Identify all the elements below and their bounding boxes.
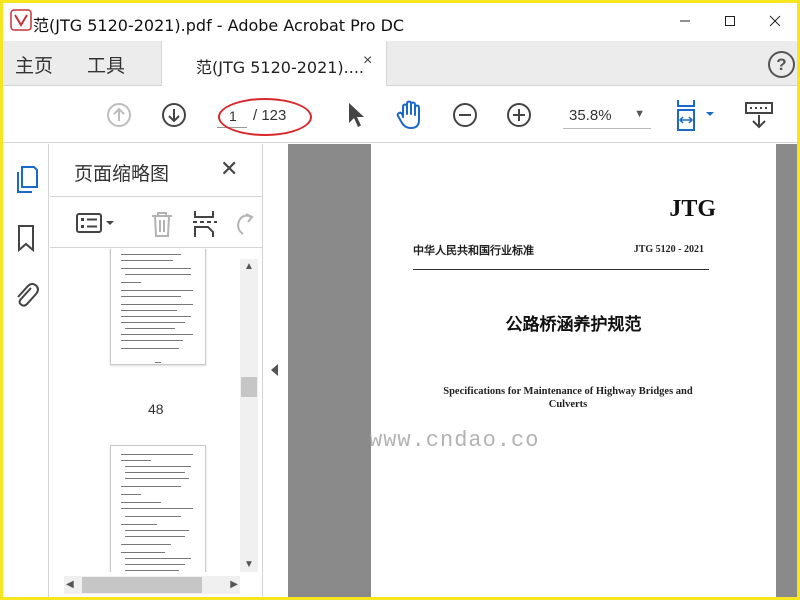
rotate-page-button[interactable]	[232, 209, 256, 237]
previous-page-button[interactable]	[105, 101, 133, 129]
fit-width-icon	[677, 100, 714, 131]
paperclip-icon	[17, 282, 39, 307]
list-options-icon	[76, 213, 114, 233]
maximize-icon	[724, 16, 735, 26]
panel-toolbar	[50, 196, 262, 248]
page-total-label: / 123	[253, 107, 287, 124]
scroll-up-icon[interactable]: ▲	[244, 261, 254, 272]
thumbnails-panel: 页面缩略图 ✕ 48 ▲ ▼ ◀ ▶	[50, 144, 262, 597]
options-menu-button[interactable]	[74, 209, 118, 237]
attachments-button[interactable]	[12, 280, 40, 308]
thumbnails-horizontal-scrollbar[interactable]: ◀ ▶	[64, 576, 240, 594]
page-thumbnails-button[interactable]	[12, 166, 40, 194]
close-tab-button[interactable]: ×	[363, 52, 372, 70]
document-page: JTG 中华人民共和国行业标准 JTG 5120 - 2021 公路桥涵养护规范…	[371, 144, 776, 597]
zoom-out-button[interactable]	[451, 101, 479, 129]
cursor-arrow-icon	[349, 103, 364, 127]
toolbar: / 123 35.8% ▼	[3, 86, 797, 143]
standard-code: JTG 5120 - 2021	[633, 244, 704, 255]
select-tool-button[interactable]	[343, 100, 369, 130]
app-logo-icon	[10, 9, 32, 31]
document-title-chinese: 公路桥涵养护规范	[505, 315, 642, 335]
minimize-icon	[679, 20, 690, 22]
window-controls	[662, 3, 797, 41]
collapse-panel-icon[interactable]	[271, 364, 278, 376]
series-mark: JTG	[669, 196, 716, 222]
panel-splitter[interactable]	[262, 144, 288, 597]
standard-type: 中华人民共和国行业标准	[413, 244, 534, 257]
insert-page-button[interactable]	[190, 208, 220, 240]
horizontal-scroll-thumb[interactable]	[82, 577, 202, 593]
thumbnails-list: 48	[50, 249, 240, 572]
page-thumbnails-icon	[17, 166, 38, 193]
thumbnails-vertical-scrollbar[interactable]: ▲ ▼	[240, 259, 258, 572]
title-bar: 范(JTG 5120-2021).pdf - Adobe Acrobat Pro…	[3, 3, 797, 41]
zoom-in-button[interactable]	[505, 101, 533, 129]
close-icon	[769, 15, 780, 27]
maximize-button[interactable]	[707, 3, 752, 39]
document-view[interactable]: JTG 中华人民共和国行业标准 JTG 5120 - 2021 公路桥涵养护规范…	[288, 144, 797, 597]
scroll-down-icon[interactable]: ▼	[244, 559, 254, 570]
chevron-down-icon: ▼	[634, 108, 645, 120]
bookmark-icon	[18, 225, 34, 252]
panel-title: 页面缩略图	[74, 163, 170, 185]
page-thumbnail[interactable]	[110, 445, 206, 572]
tab-bar: 主页 工具 范(JTG 5120-2021).... × ?	[3, 41, 797, 87]
navigation-rail	[3, 144, 49, 597]
window-title: 范(JTG 5120-2021).pdf - Adobe Acrobat Pro…	[33, 16, 405, 35]
arrow-up-circle-icon	[107, 103, 131, 127]
bookmarks-button[interactable]	[12, 224, 40, 252]
thumbnail-page-number: 48	[148, 401, 164, 417]
page-number-input[interactable]	[217, 104, 247, 128]
fit-page-button[interactable]	[673, 97, 719, 133]
watermark: www.cndao.co	[369, 428, 540, 453]
page-thumbnail[interactable]	[110, 249, 206, 365]
app-window: 范(JTG 5120-2021).pdf - Adobe Acrobat Pro…	[3, 3, 797, 597]
scroll-left-icon[interactable]: ◀	[66, 579, 74, 590]
tab-home[interactable]: 主页	[15, 51, 53, 78]
document-title-english: Specifications for Maintenance of Highwa…	[443, 386, 693, 410]
hand-tool-button[interactable]	[393, 98, 427, 132]
close-window-button[interactable]	[752, 3, 797, 39]
scroll-right-icon[interactable]: ▶	[230, 579, 238, 590]
header-rule	[413, 269, 709, 270]
keyboard-download-icon	[745, 102, 773, 129]
help-button[interactable]: ?	[768, 51, 795, 78]
trash-icon	[152, 212, 172, 237]
delete-pages-button[interactable]	[148, 209, 176, 239]
read-mode-button[interactable]	[743, 99, 775, 131]
zoom-value: 35.8%	[569, 107, 612, 124]
plus-circle-icon	[507, 103, 531, 127]
insert-pages-icon	[193, 211, 217, 237]
tab-tools[interactable]: 工具	[87, 51, 125, 78]
next-page-button[interactable]	[160, 101, 188, 129]
zoom-dropdown[interactable]: 35.8% ▼	[563, 103, 651, 129]
document-tab-label: 范(JTG 5120-2021)....	[196, 58, 365, 77]
close-panel-button[interactable]: ✕	[220, 156, 238, 182]
rotate-icon	[237, 213, 254, 235]
tab-document[interactable]: 范(JTG 5120-2021).... ×	[161, 41, 387, 87]
minimize-button[interactable]	[662, 3, 707, 39]
hand-icon	[396, 100, 420, 129]
vertical-scroll-thumb[interactable]	[241, 377, 257, 397]
minus-circle-icon	[453, 103, 477, 127]
arrow-down-circle-icon	[162, 103, 186, 127]
